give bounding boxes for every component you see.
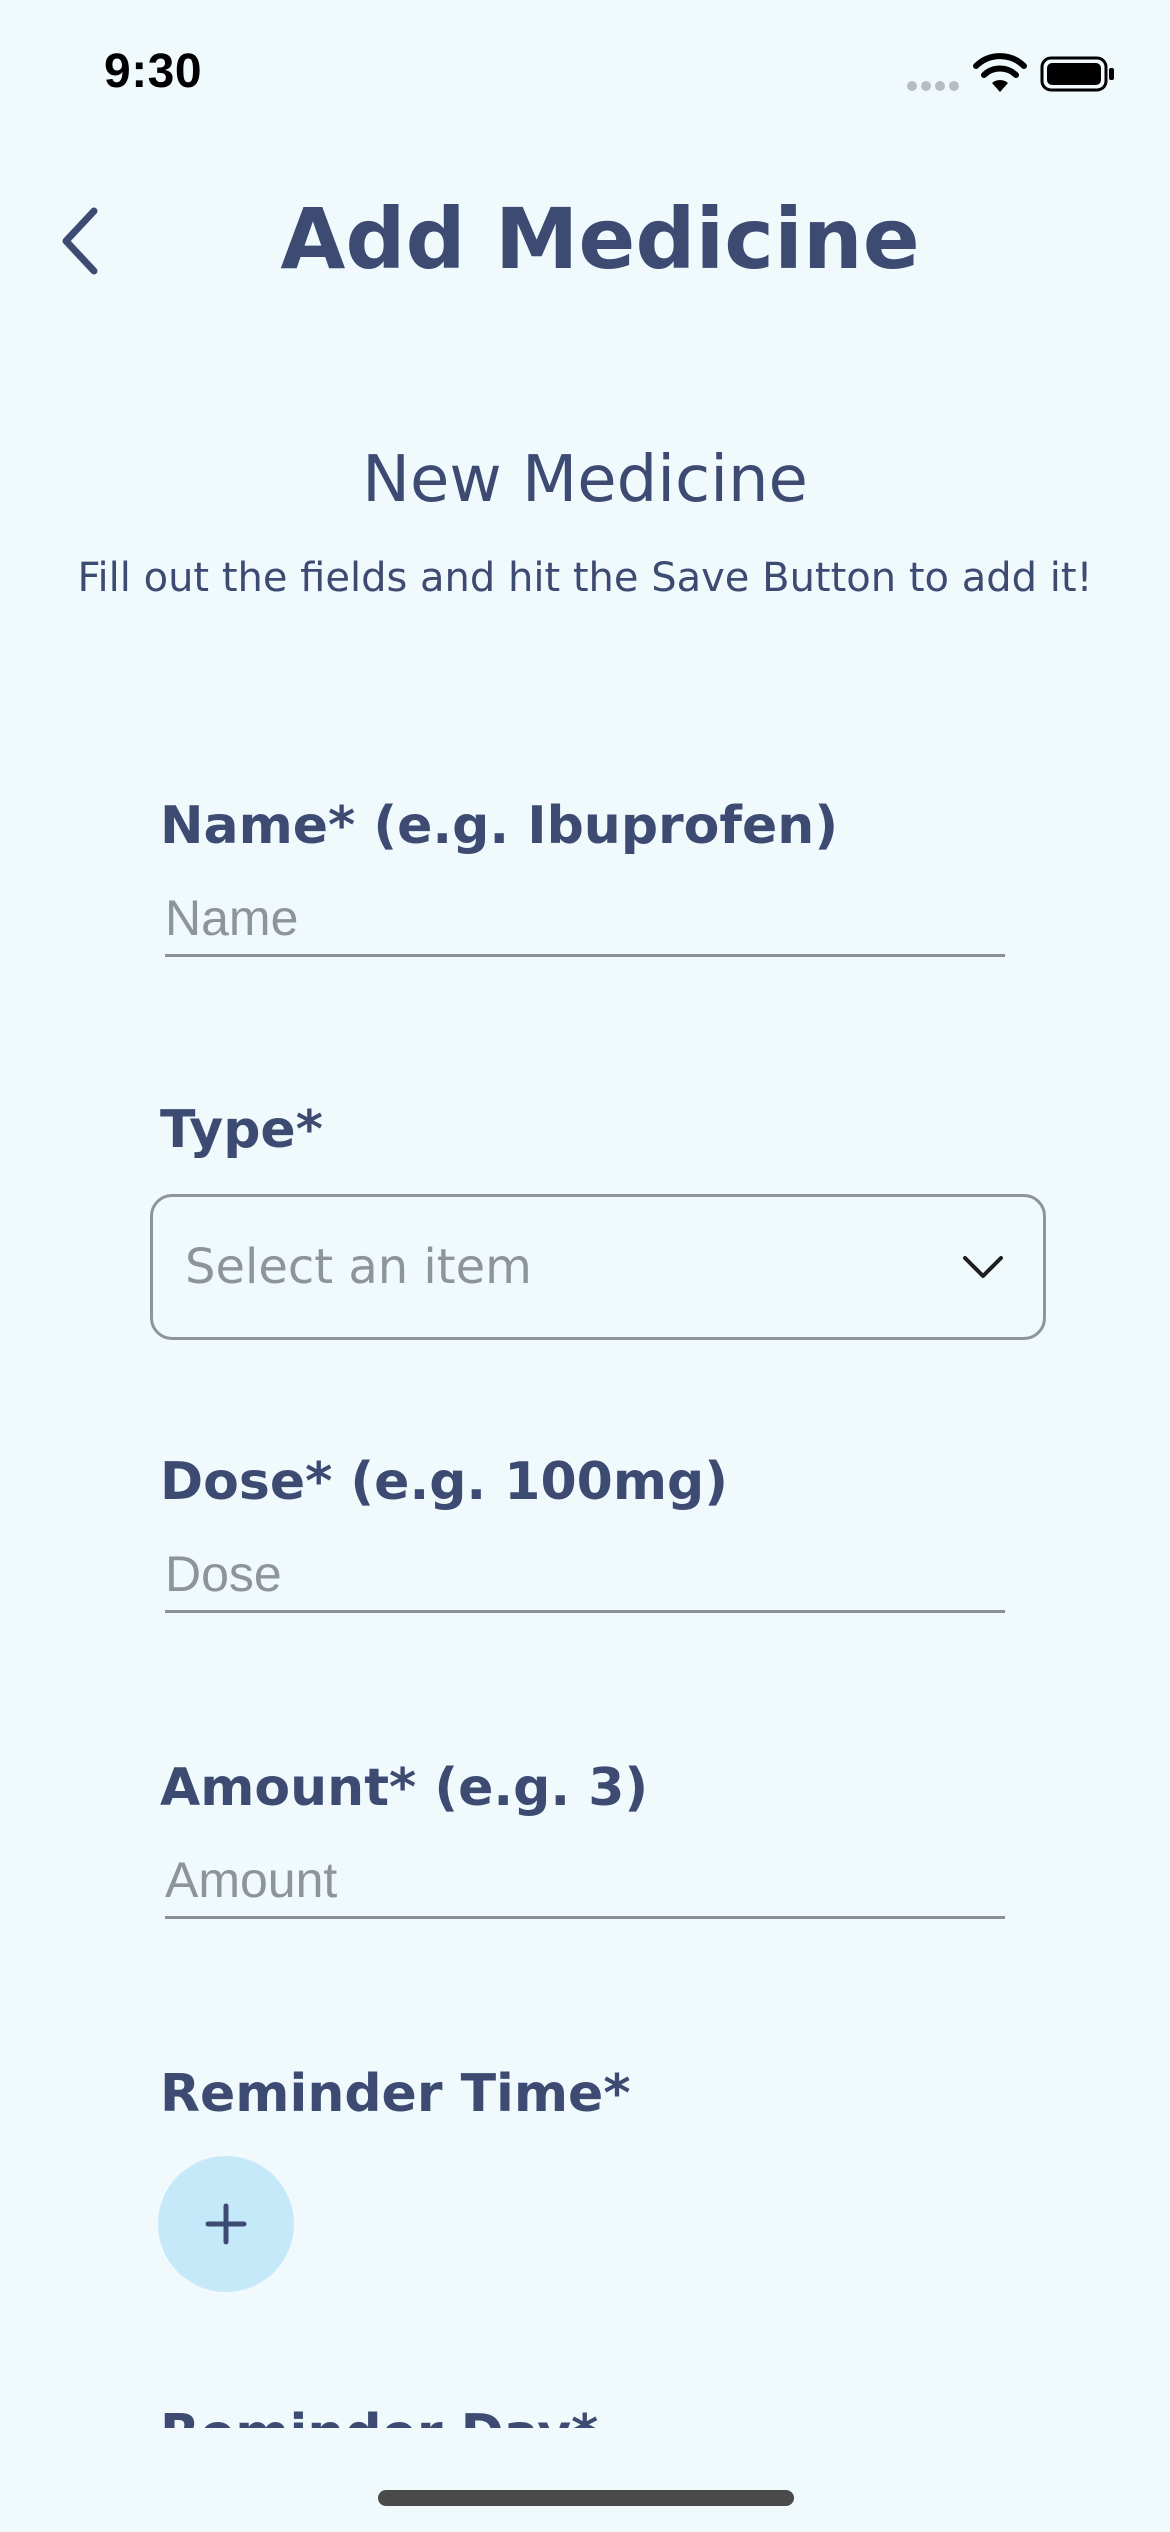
wifi-icon xyxy=(973,53,1027,92)
chevron-down-icon xyxy=(963,1256,1003,1278)
type-select[interactable]: Select an item xyxy=(150,1194,1046,1340)
plus-icon xyxy=(205,2203,247,2245)
page-title: Add Medicine xyxy=(280,190,920,288)
status-time: 9:30 xyxy=(104,45,203,98)
section-title: New Medicine xyxy=(362,443,808,517)
status-bar: 9:30 xyxy=(0,0,1170,140)
type-select-placeholder: Select an item xyxy=(185,1239,532,1295)
amount-label: Amount* (e.g. 3) xyxy=(160,1758,649,1818)
dose-label: Dose* (e.g. 100mg) xyxy=(160,1452,728,1512)
reminder-day-label: Reminder Day* xyxy=(160,2402,598,2428)
name-input[interactable] xyxy=(165,882,1005,957)
home-indicator[interactable] xyxy=(378,2490,794,2506)
type-label: Type* xyxy=(160,1100,323,1160)
add-reminder-time-button[interactable] xyxy=(158,2156,294,2292)
scroll-clip: Reminder Day* xyxy=(0,2390,1170,2428)
section-subtitle: Fill out the fields and hit the Save But… xyxy=(77,555,1093,601)
dose-input[interactable] xyxy=(165,1538,1005,1613)
battery-icon xyxy=(1040,56,1114,92)
cellular-signal-icon xyxy=(907,81,959,91)
name-label: Name* (e.g. Ibuprofen) xyxy=(160,796,839,856)
amount-input[interactable] xyxy=(165,1844,1005,1919)
reminder-time-label: Reminder Time* xyxy=(160,2064,631,2124)
